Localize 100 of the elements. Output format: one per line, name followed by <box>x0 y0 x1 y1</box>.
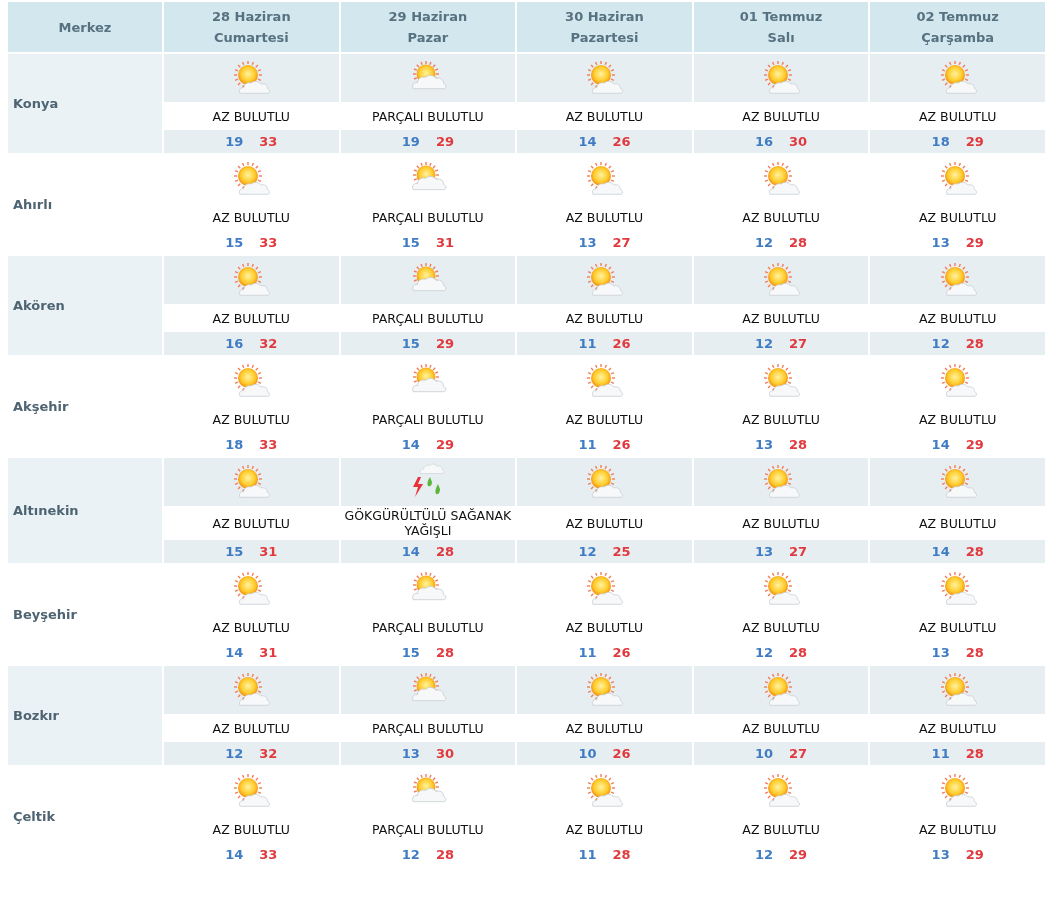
sun-cloud-icon <box>232 464 271 500</box>
sun-cloud-icon <box>762 571 801 607</box>
sun-cloud-icon <box>232 363 271 399</box>
sun-cloud-icon <box>938 161 977 197</box>
min-temperature: 13 <box>931 233 950 252</box>
max-temperature: 28 <box>435 542 454 561</box>
max-temperature: 28 <box>612 845 631 864</box>
sun-cloud-icon <box>938 773 977 809</box>
max-temperature: 28 <box>965 334 984 353</box>
sun-cloud-icon <box>585 773 624 809</box>
station-name: Bozkır <box>7 665 163 766</box>
sun-cloud-icon <box>762 773 801 809</box>
max-temperature: 33 <box>259 435 278 454</box>
min-temperature: 13 <box>755 542 774 561</box>
sun-cloud-icon <box>938 571 977 607</box>
min-temperature: 15 <box>225 233 244 252</box>
max-temperature: 26 <box>612 132 631 151</box>
sun-cloud-icon <box>938 60 977 96</box>
max-temperature: 25 <box>612 542 631 561</box>
column-header: Cumartesi <box>213 29 289 47</box>
max-temperature: 31 <box>259 643 278 662</box>
min-temperature: 12 <box>401 845 420 864</box>
max-temperature: 29 <box>435 435 454 454</box>
sun-cloud-icon <box>585 464 624 500</box>
sun-cloud-icon <box>762 363 801 399</box>
max-temperature: 29 <box>965 845 984 864</box>
max-temperature: 28 <box>435 845 454 864</box>
max-temperature: 28 <box>789 233 808 252</box>
max-temperature: 32 <box>259 744 278 763</box>
sun-cloud-icon <box>762 672 801 708</box>
min-temperature: 14 <box>225 643 244 662</box>
sun-cloud-icon <box>585 571 624 607</box>
min-temperature: 12 <box>755 233 774 252</box>
min-temperature: 19 <box>225 132 244 151</box>
min-temperature: 14 <box>225 845 244 864</box>
max-temperature: 28 <box>965 744 984 763</box>
max-temperature: 33 <box>259 845 278 864</box>
sun-cloud-icon <box>585 363 624 399</box>
max-temperature: 29 <box>965 233 984 252</box>
sun-cloud-icon <box>762 161 801 197</box>
column-header: Pazar <box>407 29 449 47</box>
column-header: 01 Temmuz <box>739 8 823 26</box>
max-temperature: 31 <box>259 542 278 561</box>
max-temperature: 31 <box>435 233 454 252</box>
max-temperature: 27 <box>612 233 631 252</box>
min-temperature: 11 <box>931 744 950 763</box>
min-temperature: 11 <box>578 845 597 864</box>
sun-cloud-icon <box>762 262 801 298</box>
column-header: 30 Haziran <box>565 8 644 26</box>
max-temperature: 32 <box>259 334 278 353</box>
sun-cloud-icon <box>232 60 271 96</box>
min-temperature: 13 <box>578 233 597 252</box>
sun-cloud-icon <box>232 773 271 809</box>
min-temperature: 12 <box>755 845 774 864</box>
min-temperature: 14 <box>578 132 597 151</box>
station-name: Altınekin <box>7 457 163 564</box>
min-temperature: 14 <box>931 435 950 454</box>
sun-cloud-icon <box>585 672 624 708</box>
min-temperature: 12 <box>755 334 774 353</box>
min-temperature: 11 <box>578 435 597 454</box>
sun-cloud-icon <box>938 464 977 500</box>
sun-cloud-icon <box>938 363 977 399</box>
column-header: Merkez <box>7 1 163 53</box>
min-temperature: 12 <box>931 334 950 353</box>
sun-cloud-icon <box>938 672 977 708</box>
min-temperature: 12 <box>755 643 774 662</box>
max-temperature: 33 <box>259 132 278 151</box>
min-temperature: 19 <box>401 132 420 151</box>
max-temperature: 26 <box>612 334 631 353</box>
max-temperature: 28 <box>789 435 808 454</box>
max-temperature: 28 <box>789 643 808 662</box>
column-header: 28 Haziran <box>211 8 291 26</box>
column-header: 29 Haziran <box>388 8 468 26</box>
max-temperature: 28 <box>965 542 984 561</box>
max-temperature: 28 <box>965 643 984 662</box>
min-temperature: 16 <box>225 334 244 353</box>
max-temperature: 30 <box>789 132 808 151</box>
sun-cloud-icon <box>762 464 801 500</box>
sun-cloud-icon <box>232 262 271 298</box>
min-temperature: 16 <box>755 132 774 151</box>
min-temperature: 18 <box>931 132 950 151</box>
min-temperature: 12 <box>225 744 244 763</box>
max-temperature: 29 <box>435 132 454 151</box>
min-temperature: 14 <box>401 435 420 454</box>
min-temperature: 10 <box>755 744 774 763</box>
max-temperature: 29 <box>789 845 808 864</box>
max-temperature: 26 <box>612 744 631 763</box>
min-temperature: 11 <box>578 334 597 353</box>
max-temperature: 28 <box>435 643 454 662</box>
column-header: Çarşamba <box>921 29 995 47</box>
max-temperature: 30 <box>435 744 454 763</box>
min-temperature: 15 <box>401 643 420 662</box>
min-temperature: 13 <box>931 643 950 662</box>
min-temperature: 18 <box>225 435 244 454</box>
min-temperature: 10 <box>578 744 597 763</box>
max-temperature: 26 <box>612 643 631 662</box>
min-temperature: 14 <box>401 542 420 561</box>
max-temperature: 29 <box>965 435 984 454</box>
max-temperature: 27 <box>789 334 808 353</box>
max-temperature: 27 <box>789 744 808 763</box>
